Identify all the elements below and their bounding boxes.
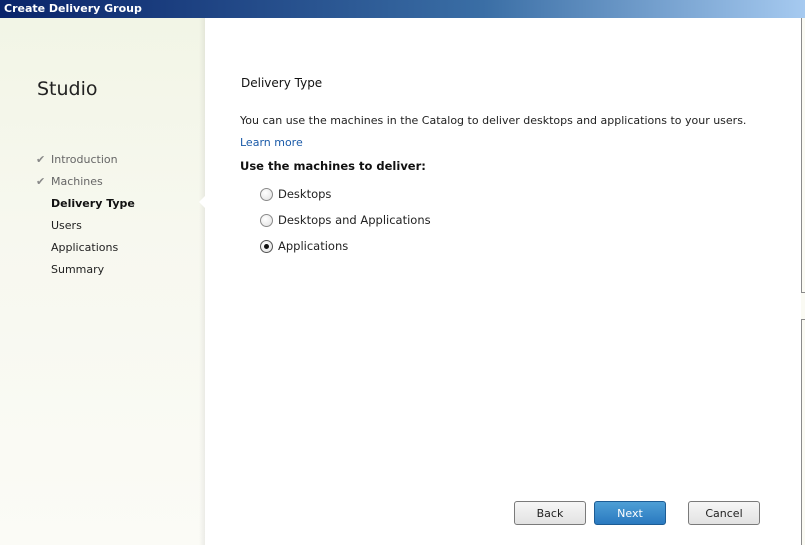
cancel-button[interactable]: Cancel [688, 501, 760, 525]
step-users: Users [51, 219, 82, 232]
radio-button-selected[interactable] [260, 239, 273, 253]
option-applications[interactable]: Applications [260, 233, 431, 259]
option-desktops-and-applications[interactable]: Desktops and Applications [260, 207, 431, 233]
radio-button[interactable] [260, 187, 273, 201]
step-applications: Applications [51, 241, 119, 254]
wizard-content: Delivery Type You can use the machines i… [205, 18, 801, 545]
wizard-steps: ✔ Introduction ✔ Machines Delivery Type … [36, 152, 135, 284]
delivery-options: Desktops Desktops and Applications Appli… [260, 181, 431, 259]
checkmark-icon: ✔ [36, 175, 46, 188]
delivery-question: Use the machines to deliver: [240, 159, 426, 173]
step-introduction: ✔ Introduction [36, 153, 118, 166]
window-title: Create Delivery Group [0, 0, 805, 18]
app-title: Studio [37, 78, 98, 100]
step-summary: Summary [51, 263, 105, 276]
page-description: You can use the machines in the Catalog … [240, 114, 747, 127]
learn-more-link[interactable]: Learn more [240, 136, 303, 149]
resize-handle[interactable] [801, 292, 805, 320]
checkmark-icon: ✔ [36, 153, 46, 166]
page-title: Delivery Type [241, 76, 323, 90]
step-delivery-type: Delivery Type [51, 197, 135, 210]
back-button[interactable]: Back [514, 501, 586, 525]
next-button[interactable]: Next [594, 501, 666, 525]
step-machines: ✔ Machines [36, 175, 103, 188]
window-right-edge [801, 18, 805, 545]
radio-button[interactable] [260, 213, 273, 227]
option-desktops[interactable]: Desktops [260, 181, 431, 207]
